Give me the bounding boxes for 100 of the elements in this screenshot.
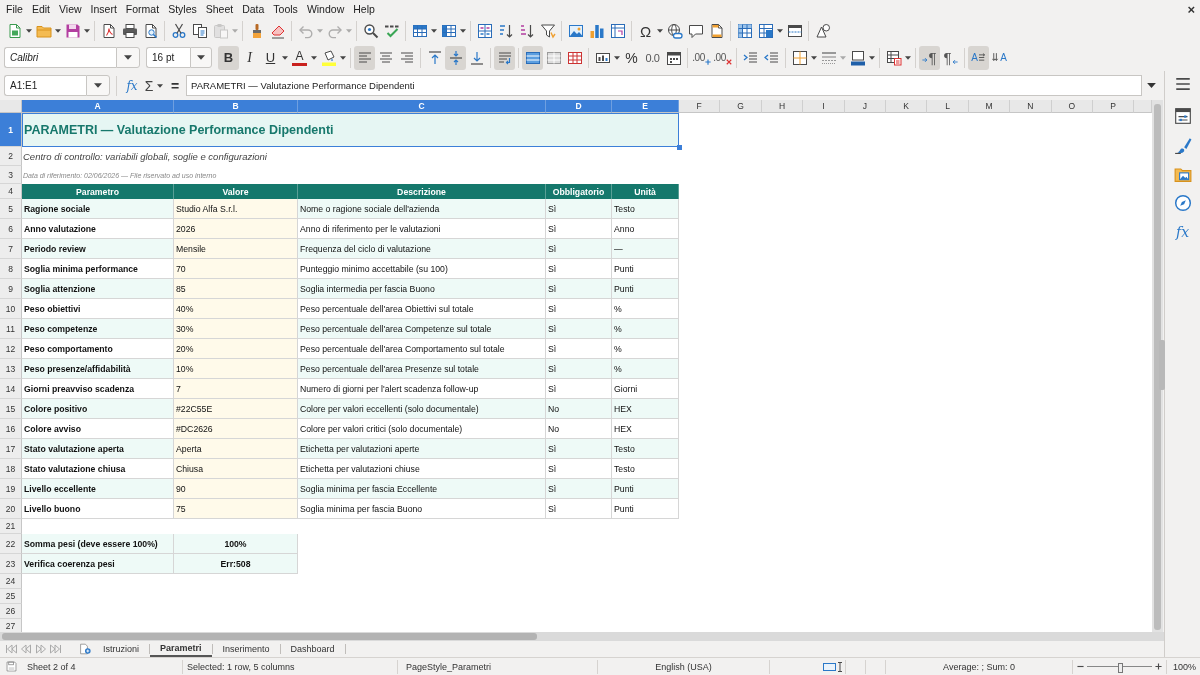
caret-icon[interactable] [614,55,620,60]
table-cell: Peso comportamento [22,339,174,359]
caret-icon[interactable] [157,83,163,88]
font-color-swatch-icon [292,62,307,66]
add-sheet-icon[interactable] [79,643,91,655]
column-header: H [761,100,804,113]
row-header: 6 [0,219,22,239]
zoom-percentage[interactable]: 100% [1173,661,1197,672]
column-header: N [1010,100,1052,113]
font-name-dropdown-button[interactable] [116,47,140,68]
table-cell: Ragione sociale [22,199,174,219]
menu-item[interactable]: Format [121,0,164,18]
font-name-field[interactable]: Calibri [4,47,116,68]
menu-item[interactable]: Styles [164,0,201,18]
row-header: 10 [0,299,22,319]
menu-item[interactable]: Tools [269,0,302,18]
functions-button[interactable]: fx [1175,223,1190,241]
caret-icon[interactable] [657,29,663,33]
italic-button[interactable]: I [239,45,260,70]
font-size-field[interactable]: 16 pt [146,47,190,68]
menu-item[interactable]: Help [349,0,379,18]
properties-icon[interactable] [1173,107,1192,125]
function-wizard-button[interactable]: fx [122,75,142,96]
caret-icon[interactable] [311,55,317,60]
table-cell: Etichetta per valutazioni chiuse [298,459,546,479]
sheet-tab[interactable]: Parametri [150,641,212,657]
caret-icon[interactable] [777,29,783,33]
table-cell: Sì [546,299,612,319]
zoom-in-icon[interactable] [1155,663,1162,670]
caret-icon[interactable] [431,29,437,33]
table-cell: % [612,299,679,319]
caret-icon[interactable] [869,55,875,60]
standard-format-button[interactable]: 0.0 [642,45,663,70]
table-cell: Verifica coerenza pesi [22,554,174,574]
caret-icon[interactable] [460,29,466,33]
sheet-tab[interactable]: Inserimento [212,641,280,657]
sidebar-grip[interactable] [1159,340,1165,390]
menu-item[interactable]: Data [238,0,269,18]
table-cell: 2026 [174,219,298,239]
rtl-paragraph-button[interactable]: ¶ [940,45,961,70]
fill-handle[interactable] [677,145,682,150]
delete-decimal-button[interactable]: .00 [712,45,733,70]
caret-icon[interactable] [1146,83,1156,88]
menu-item[interactable]: Window [302,0,349,18]
horizontal-scrollbar[interactable] [0,632,1164,641]
table-cell: Livello buono [22,499,174,519]
caret-icon[interactable] [197,55,205,60]
caret-icon[interactable] [26,29,32,33]
caret-icon[interactable] [282,55,288,60]
menu-item[interactable]: Insert [86,0,121,18]
column-header: A [22,100,174,113]
caret-icon[interactable] [340,55,346,60]
ltr-paragraph-button[interactable]: ¶ [919,45,940,70]
caret-icon[interactable] [905,55,911,60]
font-size-dropdown-button[interactable] [190,47,212,68]
font-color-button[interactable]: A [289,45,310,70]
menu-item[interactable]: Edit [27,0,54,18]
table-cell: Peso competenze [22,319,174,339]
formula-button[interactable]: = [168,75,182,96]
table-cell: Testo [612,459,679,479]
menu-icon[interactable] [1173,75,1192,93]
row-header: 23 [0,554,22,574]
percent-format-button[interactable]: % [621,45,642,70]
row-header: 25 [0,589,22,604]
folder-image-icon[interactable] [1173,165,1192,183]
formula-input-field[interactable]: PARAMETRI — Valutazione Performance Dipendenti [186,75,1142,96]
special-character-button[interactable]: Ω [635,20,656,42]
brush-icon[interactable] [1173,136,1192,154]
table-cell: 70 [174,259,298,279]
menu-item[interactable]: File [2,0,27,18]
caret-icon[interactable] [94,83,102,88]
table-cell: % [612,359,679,379]
menu-item[interactable]: View [55,0,86,18]
table-cell: Chiusa [174,459,298,479]
column-header: D [546,100,612,113]
text-vertical-button[interactable]: A [989,45,1010,70]
language-text[interactable]: English (USA) [655,661,712,672]
vertical-scrollbar[interactable] [1152,100,1163,632]
name-box[interactable]: A1:E1 [4,75,86,96]
underline-button[interactable]: U [260,45,281,70]
compass-icon[interactable] [1173,194,1192,212]
selection-mode-icon[interactable] [823,661,843,672]
menu-item[interactable]: Sheet [201,0,238,18]
caret-icon[interactable] [55,29,61,33]
bold-button[interactable]: B [218,45,239,70]
sheet-tab[interactable]: Dashboard [280,641,345,657]
caret-icon[interactable] [84,29,90,33]
zoom-out-icon[interactable] [1077,663,1084,670]
table-cell: 90 [174,479,298,499]
name-box-dropdown-button[interactable] [86,75,110,96]
sum-button[interactable]: Σ [142,75,156,96]
close-document-button[interactable]: × [1187,0,1195,18]
add-decimal-button[interactable]: .00 [691,45,712,70]
sheet-tab[interactable]: Istruzioni [93,641,149,657]
title-cell: PARAMETRI — Valutazione Performance Dipendenti [22,113,679,147]
row-header: 9 [0,279,22,299]
zoom-slider-handle[interactable] [1117,662,1123,673]
caret-icon[interactable] [811,55,817,60]
caret-icon[interactable] [124,55,132,60]
table-cell: 7 [174,379,298,399]
